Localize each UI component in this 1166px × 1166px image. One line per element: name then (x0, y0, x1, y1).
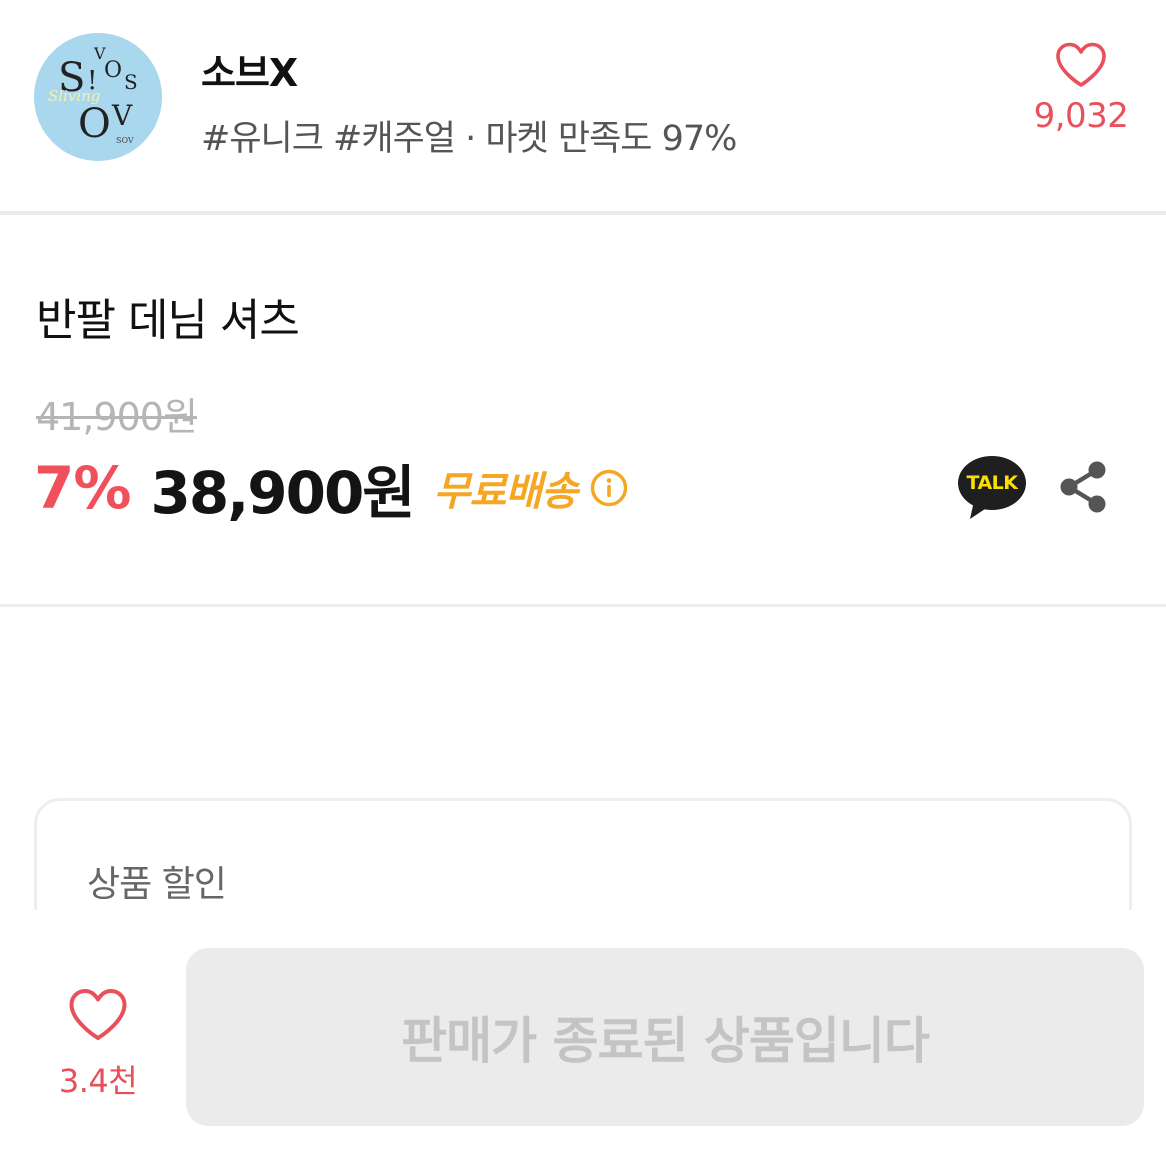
discount-rate: 7% (34, 454, 131, 522)
info-circle-icon[interactable] (589, 468, 629, 508)
logo-letter-o: O (104, 58, 122, 83)
discount-card-title: 상품 할인 (87, 864, 227, 905)
kakao-talk-button[interactable]: TALK (956, 455, 1028, 521)
price-divider (0, 604, 1166, 607)
original-price: 41,900원 (36, 395, 198, 439)
product-like-count: 3.4천 (58, 1062, 138, 1100)
shop-tags: #유니크 #캐주얼 · 마켓 만족도 97% (201, 119, 737, 159)
shop-header[interactable]: V S ! O S Sliving O V SOV 소브X #유니크 #캐주얼 … (0, 0, 1166, 212)
share-button[interactable] (1056, 458, 1110, 516)
product-page: V S ! O S Sliving O V SOV 소브X #유니크 #캐주얼 … (0, 0, 1166, 1166)
shop-like-count: 9,032 (1033, 96, 1129, 136)
share-icon (1060, 461, 1106, 513)
sold-out-button[interactable]: 판매가 종료된 상품입니다 (186, 948, 1144, 1126)
heart-outline-icon (69, 989, 127, 1040)
shop-like-button[interactable]: 9,032 (1018, 42, 1144, 152)
product-like-button[interactable]: 3.4천 (48, 988, 148, 1106)
bottom-action-bar: 3.4천 판매가 종료된 상품입니다 (0, 910, 1166, 1166)
heart-outline-icon (1056, 42, 1106, 87)
talk-label: TALK (966, 472, 1018, 494)
sale-price: 38,900원 (150, 459, 415, 527)
logo-footer: SOV (116, 136, 134, 145)
shop-logo-image: V S ! O S Sliving O V SOV (34, 33, 162, 161)
shop-name[interactable]: 소브X (201, 42, 298, 97)
header-divider (0, 211, 1166, 215)
price-row: 7% 38,900원 무료배송 (34, 452, 629, 527)
shop-logo[interactable]: V S ! O S Sliving O V SOV (34, 33, 162, 161)
logo-letter-s2: S (124, 70, 138, 94)
product-title: 반팔 데님 셔츠 (36, 295, 300, 346)
logo-letter-o2: O (78, 101, 111, 147)
free-shipping-label: 무료배송 (433, 469, 578, 515)
logo-letter-v2: V (111, 99, 133, 132)
